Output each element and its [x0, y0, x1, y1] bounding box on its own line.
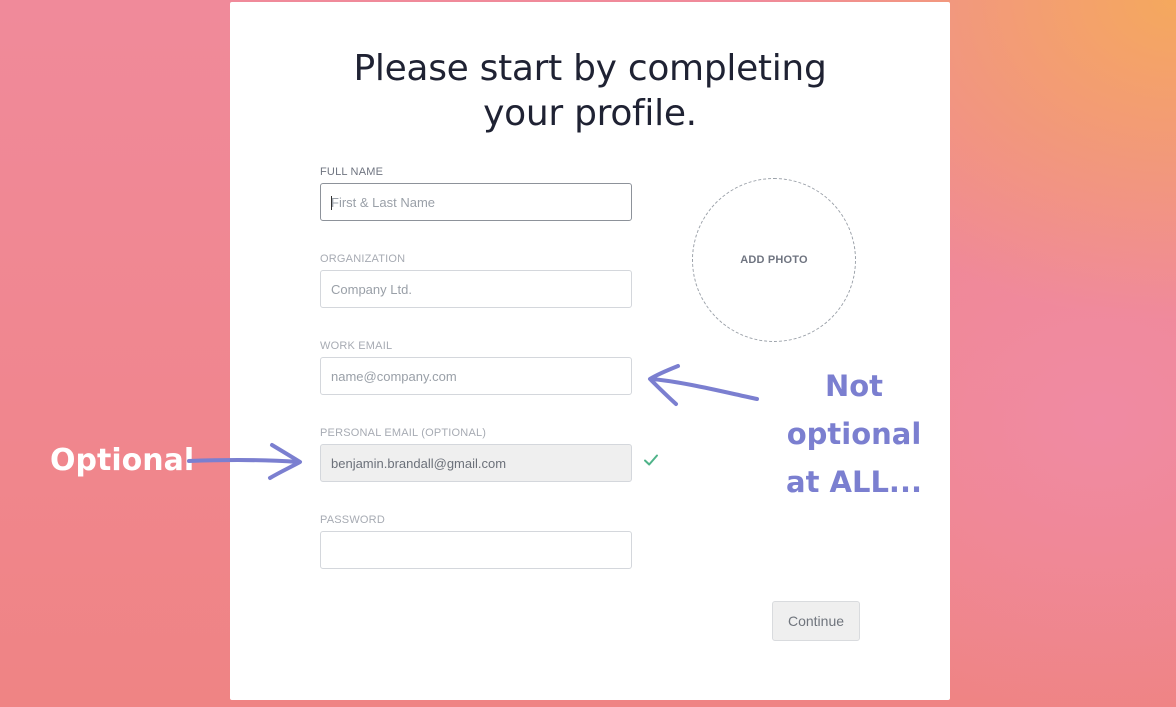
- password-input[interactable]: [320, 531, 632, 569]
- add-photo-label: ADD PHOTO: [740, 254, 808, 266]
- annotation-not-optional: Not optional at ALL...: [764, 362, 944, 506]
- profile-card: Please start by completing your profile.…: [230, 2, 950, 700]
- hand-drawn-arrow-left-icon: [648, 364, 759, 406]
- hand-drawn-arrow-right-icon: [187, 443, 302, 480]
- page-title-line-1: Please start by completing: [353, 48, 827, 89]
- annotation-optional: Optional: [50, 443, 195, 478]
- organization-input[interactable]: [320, 270, 632, 308]
- continue-button[interactable]: Continue: [772, 601, 860, 641]
- annotation-not-optional-line-1: Not optional: [786, 369, 922, 451]
- page-title: Please start by completing your profile.: [230, 46, 950, 136]
- text-cursor: [331, 196, 332, 210]
- page-title-line-2: your profile.: [483, 93, 697, 134]
- work-email-label: WORK EMAIL: [320, 340, 393, 352]
- personal-email-label: PERSONAL EMAIL (OPTIONAL): [320, 427, 487, 439]
- annotation-not-optional-line-2: at ALL...: [786, 465, 922, 499]
- full-name-input[interactable]: [320, 183, 632, 221]
- check-icon: [644, 454, 658, 466]
- add-photo-button[interactable]: ADD PHOTO: [692, 178, 856, 342]
- work-email-input[interactable]: [320, 357, 632, 395]
- full-name-label: FULL NAME: [320, 166, 384, 178]
- personal-email-input[interactable]: [320, 444, 632, 482]
- password-label: PASSWORD: [320, 514, 385, 526]
- organization-label: ORGANIZATION: [320, 253, 406, 265]
